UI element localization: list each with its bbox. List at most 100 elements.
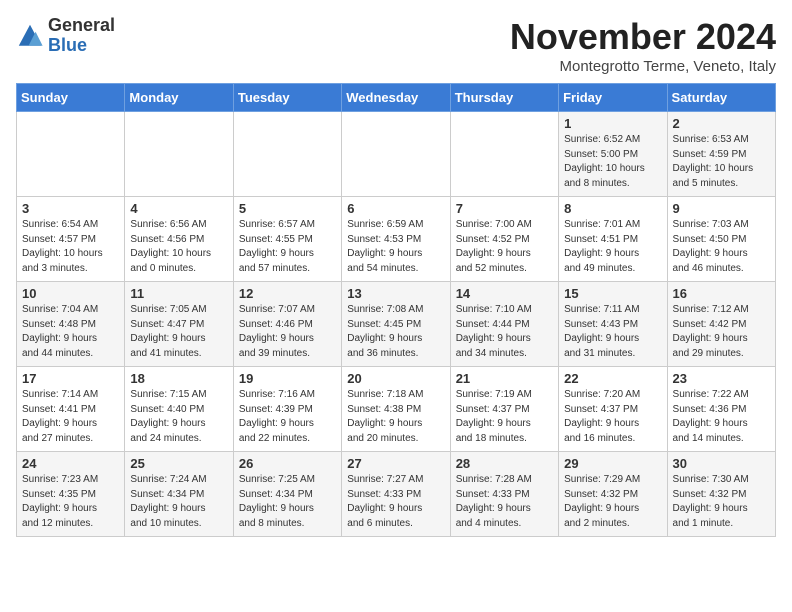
- calendar-cell: 20 Sunrise: 7:18 AM Sunset: 4:38 PM Dayli…: [342, 367, 450, 452]
- day-info: Sunrise: 7:23 AM Sunset: 4:35 PM Dayligh…: [22, 473, 119, 531]
- header: General Blue November 2024 Montegrotto T…: [16, 16, 776, 75]
- week-row-1: 1 Sunrise: 6:52 AM Sunset: 5:00 PM Daylig…: [17, 112, 776, 197]
- day-header-saturday: Saturday: [667, 84, 775, 112]
- calendar-cell: 19Sunrise: 7:16 AM Sunset: 4:39 PM Dayli…: [233, 367, 341, 452]
- week-row-5: 24 Sunrise: 7:23 AM Sunset: 4:35 PM Dayli…: [17, 452, 776, 537]
- day-info: Sunrise: 7:01 AM Sunset: 4:51 PM Dayligh…: [564, 218, 661, 276]
- calendar-cell: 27 Sunrise: 7:27 AM Sunset: 4:33 PM Dayli…: [342, 452, 450, 537]
- calendar-cell: 5 Sunrise: 6:57 AM Sunset: 4:55 PM Daylig…: [233, 197, 341, 282]
- day-header-wednesday: Wednesday: [342, 84, 450, 112]
- day-number: 7: [456, 201, 553, 216]
- day-info: Sunrise: 7:30 AM Sunset: 4:32 PM Dayligh…: [673, 473, 770, 531]
- calendar-cell: 1 Sunrise: 6:52 AM Sunset: 5:00 PM Daylig…: [559, 112, 667, 197]
- day-number: 19: [239, 371, 336, 386]
- day-number: 14: [456, 286, 553, 301]
- day-header-tuesday: Tuesday: [233, 84, 341, 112]
- calendar-cell: 25Sunrise: 7:24 AM Sunset: 4:34 PM Dayli…: [125, 452, 233, 537]
- calendar-cell: 7 Sunrise: 7:00 AM Sunset: 4:52 PM Daylig…: [450, 197, 558, 282]
- day-number: 4: [130, 201, 227, 216]
- day-number: 29: [564, 456, 661, 471]
- calendar-table: SundayMondayTuesdayWednesdayThursdayFrid…: [16, 83, 776, 537]
- day-number: 9: [673, 201, 770, 216]
- calendar-cell: 6Sunrise: 6:59 AM Sunset: 4:53 PM Daylig…: [342, 197, 450, 282]
- calendar-cell: 13 Sunrise: 7:08 AM Sunset: 4:45 PM Dayli…: [342, 282, 450, 367]
- day-number: 3: [22, 201, 119, 216]
- calendar-cell: 10 Sunrise: 7:04 AM Sunset: 4:48 PM Dayli…: [17, 282, 125, 367]
- calendar-cell: 11 Sunrise: 7:05 AM Sunset: 4:47 PM Dayli…: [125, 282, 233, 367]
- day-number: 12: [239, 286, 336, 301]
- calendar-cell: [125, 112, 233, 197]
- day-info: Sunrise: 6:56 AM Sunset: 4:56 PM Dayligh…: [130, 218, 227, 276]
- day-number: 18: [130, 371, 227, 386]
- day-info: Sunrise: 7:25 AM Sunset: 4:34 PM Dayligh…: [239, 473, 336, 531]
- day-number: 15: [564, 286, 661, 301]
- day-number: 26: [239, 456, 336, 471]
- day-info: Sunrise: 7:04 AM Sunset: 4:48 PM Dayligh…: [22, 303, 119, 361]
- day-number: 27: [347, 456, 444, 471]
- calendar-cell: 16 Sunrise: 7:12 AM Sunset: 4:42 PM Dayli…: [667, 282, 775, 367]
- day-info: Sunrise: 6:57 AM Sunset: 4:55 PM Dayligh…: [239, 218, 336, 276]
- calendar-cell: 3Sunrise: 6:54 AM Sunset: 4:57 PM Daylig…: [17, 197, 125, 282]
- day-header-friday: Friday: [559, 84, 667, 112]
- day-info: Sunrise: 7:18 AM Sunset: 4:38 PM Dayligh…: [347, 388, 444, 446]
- day-info: Sunrise: 6:52 AM Sunset: 5:00 PM Dayligh…: [564, 133, 661, 191]
- calendar-cell: [342, 112, 450, 197]
- day-number: 8: [564, 201, 661, 216]
- day-info: Sunrise: 7:28 AM Sunset: 4:33 PM Dayligh…: [456, 473, 553, 531]
- day-info: Sunrise: 7:07 AM Sunset: 4:46 PM Dayligh…: [239, 303, 336, 361]
- week-row-4: 17Sunrise: 7:14 AM Sunset: 4:41 PM Dayli…: [17, 367, 776, 452]
- day-info: Sunrise: 7:00 AM Sunset: 4:52 PM Dayligh…: [456, 218, 553, 276]
- day-number: 5: [239, 201, 336, 216]
- day-info: Sunrise: 7:08 AM Sunset: 4:45 PM Dayligh…: [347, 303, 444, 361]
- day-number: 11: [130, 286, 227, 301]
- calendar-cell: [450, 112, 558, 197]
- calendar-cell: 4 Sunrise: 6:56 AM Sunset: 4:56 PM Daylig…: [125, 197, 233, 282]
- day-number: 24: [22, 456, 119, 471]
- day-number: 28: [456, 456, 553, 471]
- logo-icon: [16, 22, 44, 50]
- calendar-cell: 12 Sunrise: 7:07 AM Sunset: 4:46 PM Dayli…: [233, 282, 341, 367]
- calendar-cell: 28 Sunrise: 7:28 AM Sunset: 4:33 PM Dayli…: [450, 452, 558, 537]
- day-info: Sunrise: 7:27 AM Sunset: 4:33 PM Dayligh…: [347, 473, 444, 531]
- logo: General Blue: [16, 16, 115, 56]
- header-row: SundayMondayTuesdayWednesdayThursdayFrid…: [17, 84, 776, 112]
- day-number: 20: [347, 371, 444, 386]
- calendar-cell: [233, 112, 341, 197]
- calendar-cell: 24 Sunrise: 7:23 AM Sunset: 4:35 PM Dayli…: [17, 452, 125, 537]
- day-info: Sunrise: 7:29 AM Sunset: 4:32 PM Dayligh…: [564, 473, 661, 531]
- calendar-cell: 14 Sunrise: 7:10 AM Sunset: 4:44 PM Dayli…: [450, 282, 558, 367]
- day-number: 30: [673, 456, 770, 471]
- day-info: Sunrise: 7:20 AM Sunset: 4:37 PM Dayligh…: [564, 388, 661, 446]
- day-info: Sunrise: 7:05 AM Sunset: 4:47 PM Dayligh…: [130, 303, 227, 361]
- calendar-cell: 9 Sunrise: 7:03 AM Sunset: 4:50 PM Daylig…: [667, 197, 775, 282]
- calendar-cell: 18 Sunrise: 7:15 AM Sunset: 4:40 PM Dayli…: [125, 367, 233, 452]
- week-row-2: 3Sunrise: 6:54 AM Sunset: 4:57 PM Daylig…: [17, 197, 776, 282]
- calendar-cell: 29 Sunrise: 7:29 AM Sunset: 4:32 PM Dayli…: [559, 452, 667, 537]
- month-title: November 2024: [510, 16, 776, 58]
- calendar-cell: 23 Sunrise: 7:22 AM Sunset: 4:36 PM Dayli…: [667, 367, 775, 452]
- calendar-cell: 26 Sunrise: 7:25 AM Sunset: 4:34 PM Dayli…: [233, 452, 341, 537]
- day-number: 2: [673, 116, 770, 131]
- day-info: Sunrise: 7:15 AM Sunset: 4:40 PM Dayligh…: [130, 388, 227, 446]
- day-number: 13: [347, 286, 444, 301]
- calendar-cell: 21Sunrise: 7:19 AM Sunset: 4:37 PM Dayli…: [450, 367, 558, 452]
- day-number: 10: [22, 286, 119, 301]
- title-section: November 2024 Montegrotto Terme, Veneto,…: [510, 16, 776, 75]
- day-info: Sunrise: 7:22 AM Sunset: 4:36 PM Dayligh…: [673, 388, 770, 446]
- calendar-cell: 22 Sunrise: 7:20 AM Sunset: 4:37 PM Dayli…: [559, 367, 667, 452]
- day-info: Sunrise: 7:12 AM Sunset: 4:42 PM Dayligh…: [673, 303, 770, 361]
- day-info: Sunrise: 7:24 AM Sunset: 4:34 PM Dayligh…: [130, 473, 227, 531]
- day-number: 22: [564, 371, 661, 386]
- day-header-thursday: Thursday: [450, 84, 558, 112]
- day-number: 23: [673, 371, 770, 386]
- logo-text: General Blue: [48, 16, 115, 56]
- day-info: Sunrise: 7:14 AM Sunset: 4:41 PM Dayligh…: [22, 388, 119, 446]
- day-info: Sunrise: 7:03 AM Sunset: 4:50 PM Dayligh…: [673, 218, 770, 276]
- day-number: 1: [564, 116, 661, 131]
- day-info: Sunrise: 6:53 AM Sunset: 4:59 PM Dayligh…: [673, 133, 770, 191]
- day-info: Sunrise: 7:10 AM Sunset: 4:44 PM Dayligh…: [456, 303, 553, 361]
- day-number: 16: [673, 286, 770, 301]
- day-info: Sunrise: 7:19 AM Sunset: 4:37 PM Dayligh…: [456, 388, 553, 446]
- day-header-sunday: Sunday: [17, 84, 125, 112]
- day-header-monday: Monday: [125, 84, 233, 112]
